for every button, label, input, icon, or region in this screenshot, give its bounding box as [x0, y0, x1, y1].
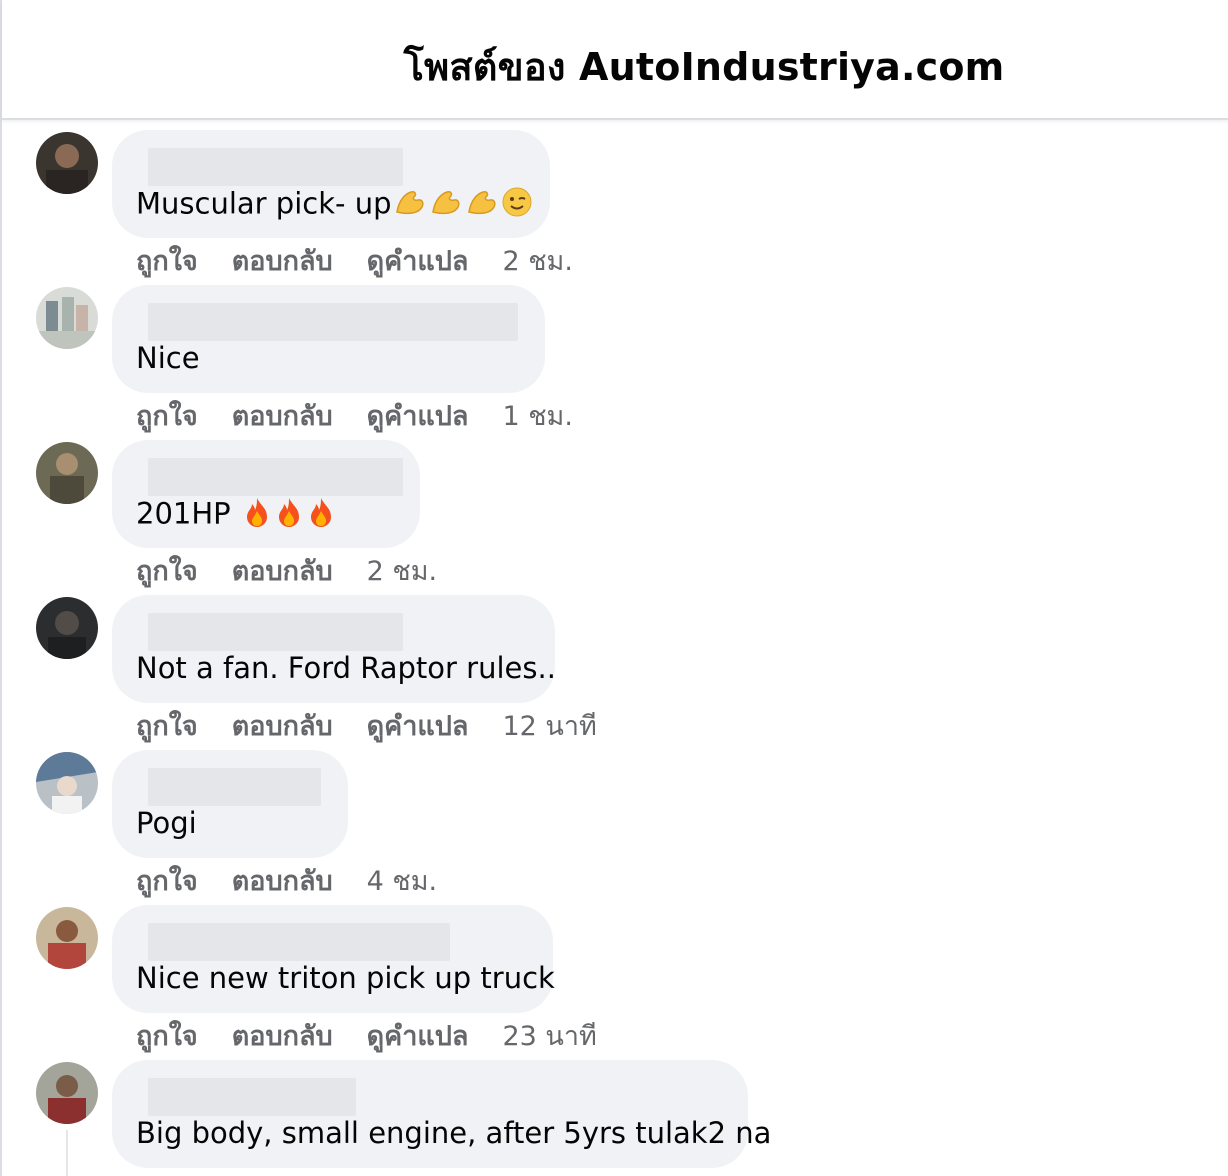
comment-actions: ถูกใจ ตอบกลับ ดูคำแปล 2 ชม.: [136, 240, 573, 280]
avatar[interactable]: [36, 907, 98, 969]
comment-body: Muscular pick- up: [136, 186, 392, 221]
comment-actions: ถูกใจ ตอบกลับ 4 ชม.: [136, 860, 437, 900]
reply-button[interactable]: ตอบกลับ: [232, 1014, 333, 1057]
comment-bubble: Nice new triton pick up truck: [112, 905, 555, 1013]
like-button[interactable]: ถูกใจ: [136, 239, 198, 282]
comment-body: Not a fan. Ford Raptor rules..: [136, 651, 556, 685]
comment-actions: ถูกใจ ตอบกลับ ดูคำแปล 12 นาที: [136, 705, 597, 745]
avatar[interactable]: [36, 132, 98, 194]
comment-timestamp[interactable]: 2 ชม.: [502, 239, 572, 282]
flexed-biceps-icon: [393, 186, 427, 225]
redacted-author-name: [148, 148, 403, 186]
comment-body: 201HP: [136, 496, 231, 531]
post-comments-window: โพสต์ของ AutoIndustriya.com Muscular pic…: [0, 0, 1228, 1176]
avatar[interactable]: [36, 752, 98, 814]
comment-actions: ถูกใจ ตอบกลับ ดูคำแปล 23 นาที: [136, 1015, 597, 1055]
comment-actions: ถูกใจ ตอบกลับ 2 ชม.: [136, 550, 437, 590]
redacted-author-name: [148, 1078, 356, 1116]
redacted-author-name: [148, 613, 403, 651]
comment-bubble: Not a fan. Ford Raptor rules..: [112, 595, 556, 703]
comment-bubble: Muscular pick- up: [112, 130, 550, 238]
comment-bubble: Nice: [112, 285, 545, 393]
comment-bubble: Pogi: [112, 750, 348, 858]
comment-text: Pogi: [136, 806, 197, 840]
comment-item: Big body, small engine, after 5yrs tulak…: [2, 1056, 1228, 1176]
page-title: โพสต์ของ AutoIndustriya.com: [403, 45, 1005, 89]
comment-timestamp[interactable]: 23 นาที: [502, 1014, 596, 1057]
see-translation-button[interactable]: ดูคำแปล: [367, 394, 469, 437]
comment-text: 201HP: [136, 496, 336, 535]
comment-timestamp[interactable]: 1 ชม.: [502, 394, 572, 437]
comment-list: Muscular pick- up ถูกใจ ตอบกลับ ดูคำแปล …: [2, 122, 1228, 1176]
comment-body: Big body, small engine, after 5yrs tulak…: [136, 1116, 772, 1150]
see-translation-button[interactable]: ดูคำแปล: [367, 704, 469, 747]
comment-item: Pogi ถูกใจ ตอบกลับ 4 ชม.: [2, 746, 1228, 901]
avatar[interactable]: [36, 442, 98, 504]
comment-body: Pogi: [136, 806, 197, 840]
comment-text: Not a fan. Ford Raptor rules..: [136, 651, 556, 685]
comment-timestamp[interactable]: 2 ชม.: [367, 549, 437, 592]
fire-icon: [242, 496, 272, 535]
reply-button[interactable]: ตอบกลับ: [232, 239, 333, 282]
comment-bubble: Big body, small engine, after 5yrs tulak…: [112, 1060, 771, 1168]
redacted-author-name: [148, 923, 450, 961]
flexed-biceps-icon: [465, 186, 499, 225]
like-button[interactable]: ถูกใจ: [136, 859, 198, 902]
comment-item: Nice new triton pick up truck ถูกใจ ตอบก…: [2, 901, 1228, 1056]
like-button[interactable]: ถูกใจ: [136, 1014, 198, 1057]
avatar[interactable]: [36, 597, 98, 659]
comment-bubble: 201HP: [112, 440, 420, 548]
flexed-biceps-icon: [429, 186, 463, 225]
comment-timestamp[interactable]: 4 ชม.: [367, 859, 437, 902]
redacted-author-name: [148, 303, 518, 341]
comment-text: Muscular pick- up: [136, 186, 533, 225]
post-header: โพสต์ของ AutoIndustriya.com: [2, 0, 1228, 120]
fire-icon: [274, 496, 304, 535]
redacted-author-name: [148, 458, 403, 496]
reply-thread-line: [66, 1130, 68, 1176]
comment-item: 201HP ถูกใจ ตอบกลับ 2 ชม.: [2, 436, 1228, 591]
reply-button[interactable]: ตอบกลับ: [232, 704, 333, 747]
reply-button[interactable]: ตอบกลับ: [232, 549, 333, 592]
redacted-author-name: [148, 768, 321, 806]
reply-button[interactable]: ตอบกลับ: [232, 859, 333, 902]
comment-text: Nice: [136, 341, 200, 375]
comment-body: Nice new triton pick up truck: [136, 961, 555, 995]
like-button[interactable]: ถูกใจ: [136, 549, 198, 592]
comment-item: Not a fan. Ford Raptor rules.. ถูกใจ ตอบ…: [2, 591, 1228, 746]
like-button[interactable]: ถูกใจ: [136, 704, 198, 747]
comment-item: Muscular pick- up ถูกใจ ตอบกลับ ดูคำแปล …: [2, 126, 1228, 281]
reply-button[interactable]: ตอบกลับ: [232, 394, 333, 437]
comment-text: Big body, small engine, after 5yrs tulak…: [136, 1116, 771, 1150]
like-button[interactable]: ถูกใจ: [136, 394, 198, 437]
avatar[interactable]: [36, 1062, 98, 1124]
fire-icon: [306, 496, 336, 535]
winking-face-icon: [501, 186, 533, 225]
comment-body: Nice: [136, 341, 200, 375]
comment-timestamp[interactable]: 12 นาที: [502, 704, 596, 747]
see-translation-button[interactable]: ดูคำแปล: [367, 1014, 469, 1057]
comment-item: Nice ถูกใจ ตอบกลับ ดูคำแปล 1 ชม.: [2, 281, 1228, 436]
see-translation-button[interactable]: ดูคำแปล: [367, 239, 469, 282]
avatar[interactable]: [36, 287, 98, 349]
comment-text: Nice new triton pick up truck: [136, 961, 555, 995]
comment-actions: ถูกใจ ตอบกลับ ดูคำแปล 1 ชม.: [136, 395, 573, 435]
